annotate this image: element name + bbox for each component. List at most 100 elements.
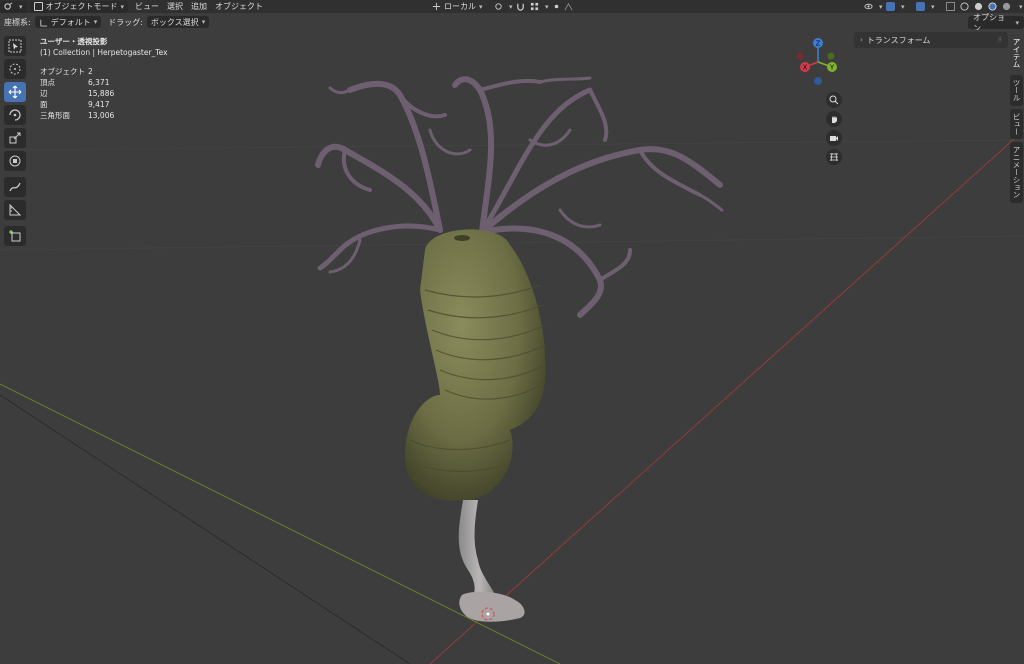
add-cube-tool[interactable]: [4, 226, 26, 246]
tool-shelf: [4, 36, 28, 249]
add-cube-icon: [9, 230, 21, 242]
transform-orientation[interactable]: ローカル ▾: [428, 1, 487, 13]
menu-view[interactable]: ビュー: [131, 1, 163, 13]
scale-tool[interactable]: [4, 128, 26, 148]
transform-panel-header[interactable]: › トランスフォーム ⠿: [854, 32, 1008, 48]
grid-icon: [830, 152, 838, 162]
stat-value: 2: [88, 67, 93, 76]
material-shading-icon: [988, 2, 997, 11]
coord-system-selector[interactable]: デフォルト ▾: [34, 16, 102, 28]
stat-row: 辺 15,886: [40, 88, 168, 99]
stat-value: 13,006: [88, 111, 115, 120]
move-icon: [8, 85, 22, 99]
chevron-down-icon: ▾: [901, 2, 905, 11]
tab-view[interactable]: ビュー: [1010, 108, 1023, 139]
ortho-toggle-button[interactable]: [826, 149, 842, 165]
camera-icon: [830, 136, 838, 141]
floor-grid: [0, 139, 1024, 251]
editor-type-button[interactable]: ▾: [0, 0, 27, 13]
measure-tool[interactable]: [4, 200, 26, 220]
header-bar: ▾ オブジェクトモード ▾ ビュー 選択 追加 オブジェクト ローカル ▾ ▾ …: [0, 0, 1024, 13]
chevron-down-icon: ▾: [931, 2, 935, 11]
coord-system-value: デフォルト: [50, 17, 91, 27]
tab-tool[interactable]: ツール: [1010, 75, 1023, 106]
annotate-icon: [9, 182, 21, 192]
creature-body: [405, 229, 547, 501]
view-name: ユーザー・透視投影: [40, 37, 108, 46]
falloff-icon: [564, 2, 573, 11]
chevron-down-icon: ▾: [93, 18, 98, 26]
rendered-shading-icon: [1002, 2, 1011, 11]
options-button[interactable]: オプション ▾: [968, 13, 1024, 33]
gizmo-icon: [886, 2, 895, 11]
pivot-icon: [495, 3, 502, 10]
mode-selector[interactable]: オブジェクトモード ▾: [29, 0, 129, 13]
gizmo-toggle[interactable]: ▾: [882, 1, 909, 13]
tab-item[interactable]: アイテム: [1010, 34, 1023, 72]
drag-handle-icon[interactable]: ⠿: [998, 37, 1002, 44]
coord-system-label: 座標系:: [4, 17, 31, 27]
proportional-icon: [554, 4, 559, 9]
stat-value: 6,371: [88, 78, 110, 87]
navigation-gizmo[interactable]: Z X Y: [790, 34, 846, 90]
tab-animation[interactable]: アニメーション: [1010, 142, 1023, 203]
pan-button[interactable]: [826, 111, 842, 127]
camera-view-button[interactable]: [826, 130, 842, 146]
stat-value: 15,886: [88, 89, 115, 98]
cursor-icon: [9, 63, 21, 75]
stat-row: 三角形面 13,006: [40, 110, 168, 121]
chevron-down-icon: ▾: [120, 2, 125, 11]
xray-icon: [946, 2, 955, 11]
cursor-tool[interactable]: [4, 59, 26, 79]
viewport-info: ユーザー・透視投影 (1) Collection | Herpetogaster…: [40, 36, 168, 121]
transform-icon: [9, 155, 21, 167]
orientation-icon: [432, 2, 441, 11]
annotate-tool[interactable]: [4, 177, 26, 197]
gizmo-neg-x[interactable]: [796, 52, 804, 60]
chevron-down-icon: ▾: [1015, 18, 1019, 27]
transform-label: トランスフォーム: [866, 35, 931, 45]
chevron-right-icon: ›: [860, 36, 863, 44]
hand-icon: [832, 116, 837, 123]
grid-black-line: [0, 394, 411, 664]
rotate-tool[interactable]: [4, 105, 26, 125]
zoom-button[interactable]: [826, 92, 842, 108]
scene-statistics: オブジェクト 2 頂点 6,371 辺 15,886 面 9,417 三角形面 13,00…: [40, 66, 168, 121]
stat-label: 辺: [40, 89, 48, 98]
menu-add[interactable]: 追加: [187, 1, 211, 13]
mode-label: オブジェクトモード: [45, 2, 118, 11]
move-tool[interactable]: [4, 82, 26, 102]
3d-viewport[interactable]: ユーザー・透視投影 (1) Collection | Herpetogaster…: [0, 30, 1024, 664]
gizmo-neg-y[interactable]: [827, 52, 835, 60]
drag-label: ドラッグ:: [108, 17, 143, 27]
transform-tool[interactable]: [4, 151, 26, 171]
stat-row: 面 9,417: [40, 99, 168, 110]
drag-value: ボックス選択: [150, 17, 199, 27]
gizmo-neg-z[interactable]: [814, 77, 822, 85]
menu-object[interactable]: オブジェクト: [211, 1, 267, 13]
axes-icon: [40, 19, 47, 27]
eye-icon: [864, 3, 873, 10]
scene-canvas: [0, 76, 1024, 664]
measure-icon: [9, 203, 22, 216]
stat-label: 三角形面: [40, 111, 70, 120]
orientation-label: ローカル: [444, 2, 476, 11]
magnet-icon: [517, 3, 524, 11]
creature-stalk: [458, 500, 525, 622]
menu-select[interactable]: 選択: [163, 1, 187, 13]
rotate-icon: [9, 109, 21, 121]
select-box-tool[interactable]: [4, 36, 26, 56]
stat-label: オブジェクト: [40, 67, 85, 76]
stat-row: オブジェクト 2: [40, 66, 168, 77]
proportional-edit[interactable]: [548, 1, 580, 13]
stat-value: 9,417: [88, 100, 110, 109]
object-mode-icon: [33, 2, 43, 11]
drag-selector[interactable]: ボックス選択 ▾: [146, 16, 210, 28]
overlay-toggle[interactable]: ▾: [912, 1, 939, 13]
chevron-down-icon: ▾: [1019, 2, 1023, 11]
chevron-down-icon: ▾: [479, 2, 483, 11]
stat-label: 頂点: [40, 78, 55, 87]
chevron-down-icon: ▾: [201, 18, 206, 26]
collection-label: (1) Collection | Herpetogaster_Tex: [40, 48, 168, 57]
zoom-icon: [829, 95, 839, 105]
